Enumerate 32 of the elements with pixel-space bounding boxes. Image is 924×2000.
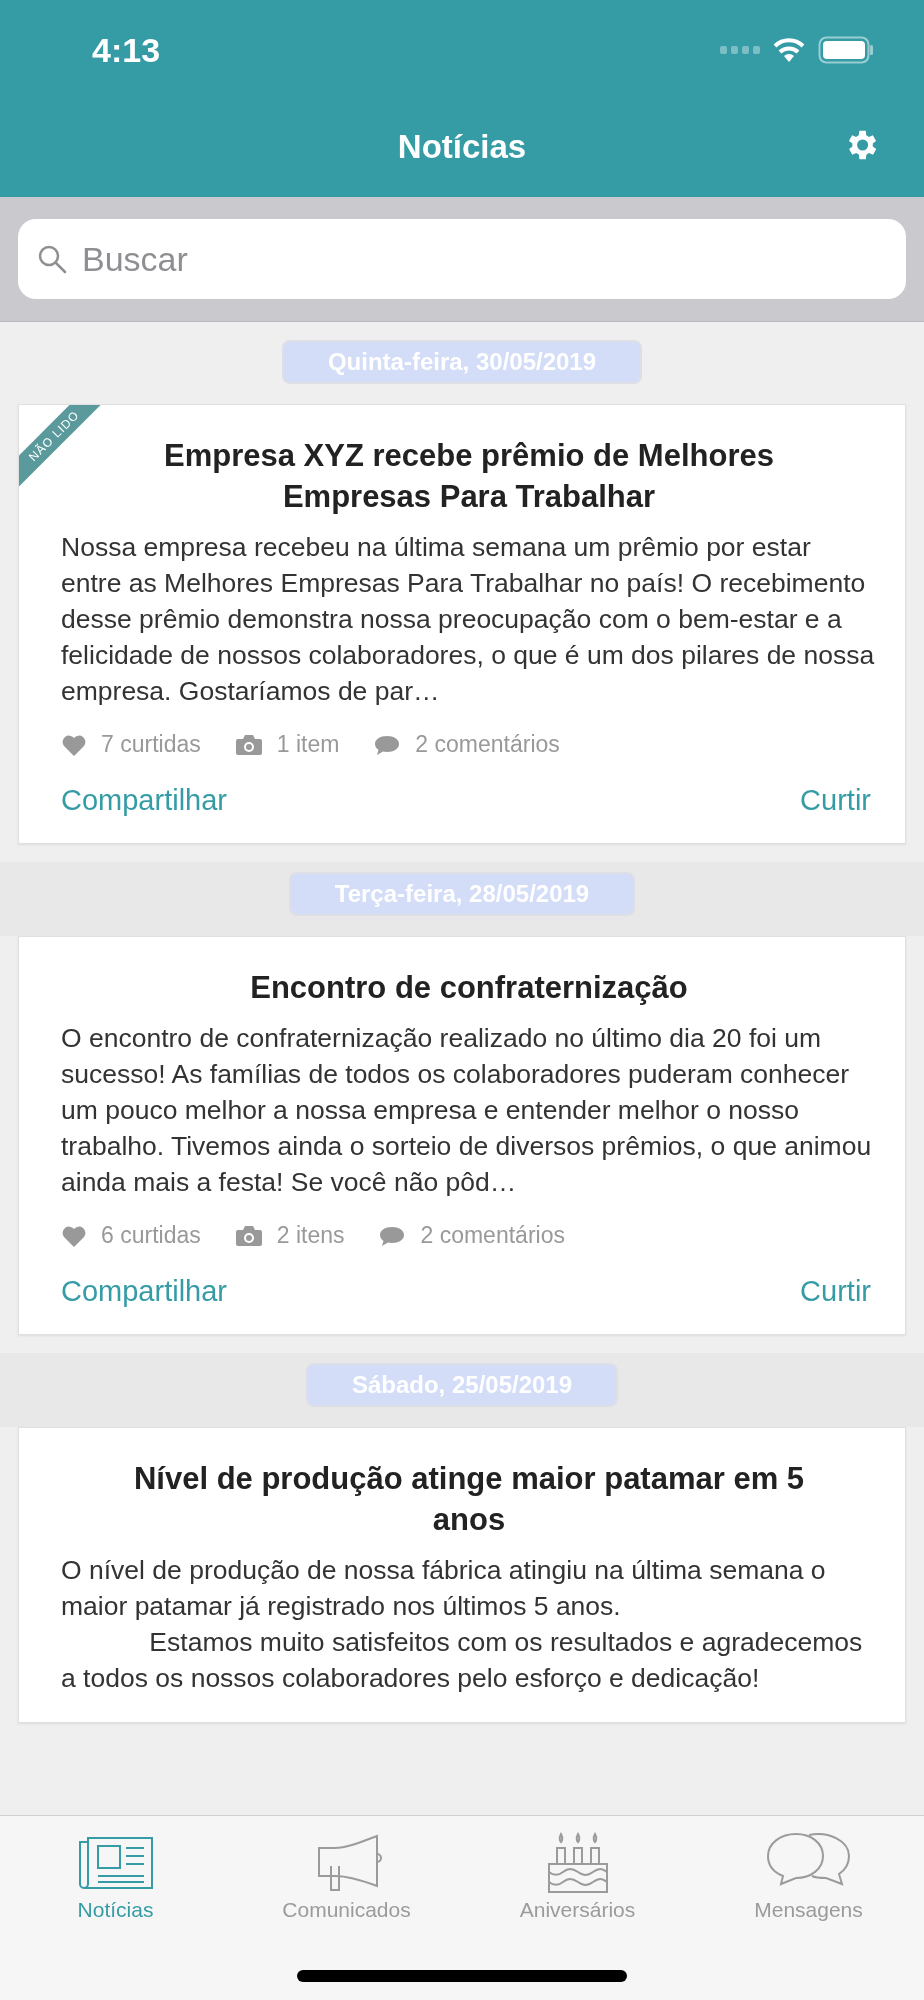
news-card[interactable] — [18, 936, 906, 1335]
tab[interactable]: Aniversários — [462, 1816, 693, 1946]
items-count: 2 itens — [276, 1222, 345, 1249]
news-card[interactable] — [18, 1427, 906, 1723]
signal-icon — [720, 45, 760, 55]
wifi-icon — [772, 37, 806, 63]
items-count: 1 item — [276, 731, 340, 758]
news-title: Nível de produção atinge maior patamar em 5 anos — [132, 1460, 806, 1539]
battery-icon — [818, 36, 874, 64]
share-button[interactable]: Compartilhar — [61, 784, 233, 817]
tab[interactable]: Mensagens — [693, 1816, 924, 1946]
tab[interactable]: Comunicados — [231, 1816, 462, 1946]
search-icon — [36, 243, 68, 275]
comments-count: 2 comentários — [420, 1222, 565, 1249]
news-body: O nível de produção de nossa fábrica atingiu na última semana o maior patamar já registrado nos últimos 5 anos. Estamos muito satisfeitos com os resultados e agradecemos a todos os nossos colaboradores pelo esforço e dedicação! — [61, 1554, 864, 1695]
search-field[interactable]: Buscar — [18, 219, 906, 299]
comments-count: 2 comentários — [415, 731, 560, 758]
likes-count: 6 curtidas — [101, 1222, 201, 1249]
likes-count: 7 curtidas — [101, 731, 201, 758]
news-title: Encontro de confraternização — [249, 969, 689, 1007]
status-time: 4:13 — [92, 30, 161, 70]
like-button[interactable]: Curtir — [800, 784, 877, 817]
like-button[interactable]: Curtir — [800, 1275, 877, 1308]
news-card[interactable] — [18, 404, 906, 844]
camera-icon — [234, 732, 263, 757]
news-body: O encontro de confraternização realizado no último dia 20 foi um sucesso! As famílias de todos os colaboradores puderam conhecer um pouco melhor a nossa empresa e entender melhor o nosso trabalho. Tivemos ainda o sorteio de diversos prêmios, o que animou ainda mais a festa! Se você não pôd… — [61, 1022, 873, 1199]
news-title: Empresa XYZ recebe prêmio de Melhores Empresas Para Trabalhar — [163, 437, 775, 516]
tab[interactable]: Notícias — [0, 1816, 231, 1946]
share-button[interactable]: Compartilhar — [61, 1275, 233, 1308]
screen-title: Notícias — [397, 127, 527, 166]
news-body: Nossa empresa recebeu na última semana um prêmio por estar entre as Melhores Empresas Para Trabalhar no país! O recebimento desse prêmio demonstra nossa preocupação com o bem-estar e a felicidade de nossos colaboradores, o que é um dos pilares de nossa empresa. Gostaríamos de par… — [61, 531, 876, 708]
camera-icon — [234, 1223, 263, 1248]
